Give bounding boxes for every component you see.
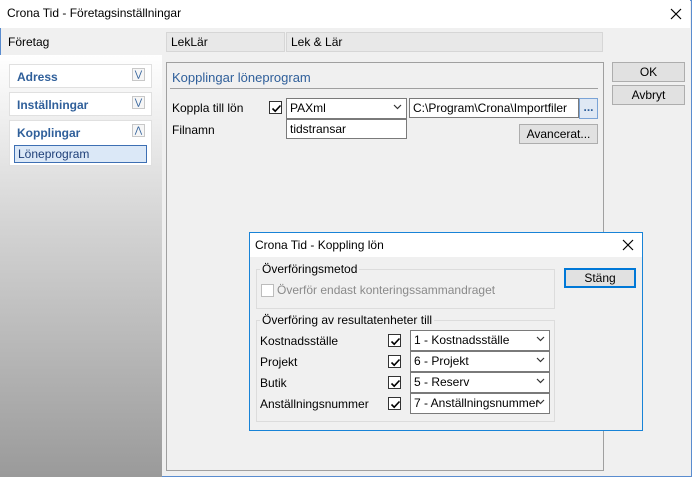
advanced-button[interactable]: Avancerat... bbox=[519, 124, 598, 144]
payroll-program-value: PAXml bbox=[290, 101, 326, 115]
sidebar-section-adress[interactable]: Adress ⋁ bbox=[9, 64, 152, 88]
unit-row-value: 7 - Anställningsnummer bbox=[414, 396, 540, 410]
title-bar: Crona Tid - Företagsinställningar bbox=[0, 0, 690, 28]
sidebar-section-label: Kopplingar bbox=[17, 126, 81, 140]
company-code-field: LekLär bbox=[166, 32, 285, 52]
unit-row-value: 6 - Projekt bbox=[414, 354, 469, 368]
chevron-up-icon[interactable]: ⋀ bbox=[132, 124, 145, 137]
import-path-field[interactable]: C:\Program\Crona\Importfiler bbox=[409, 98, 579, 118]
chevron-down-icon bbox=[536, 357, 545, 363]
window-title: Crona Tid - Företagsinställningar bbox=[7, 6, 182, 20]
unit-row-checkbox[interactable] bbox=[388, 334, 401, 347]
unit-row-label: Butik bbox=[260, 376, 287, 390]
chevron-down-icon bbox=[536, 336, 545, 342]
close-window-button[interactable] bbox=[664, 4, 688, 24]
unit-row-select[interactable]: 7 - Anställningsnummer bbox=[410, 393, 550, 414]
unit-row-label: Projekt bbox=[260, 355, 298, 369]
payroll-link-dialog: Crona Tid - Koppling lön Överföringsmeto… bbox=[249, 232, 643, 431]
summary-only-label: Överför endast konteringssammandraget bbox=[277, 283, 496, 297]
checkmark-icon bbox=[271, 104, 282, 113]
dialog-close-x-button[interactable] bbox=[616, 235, 640, 255]
chevron-down-icon[interactable]: ⋁ bbox=[132, 96, 145, 109]
payroll-program-select[interactable]: PAXml bbox=[286, 98, 407, 119]
ok-button[interactable]: OK bbox=[612, 62, 685, 82]
dialog-title-bar: Crona Tid - Koppling lön bbox=[250, 233, 642, 257]
sidebar-section-label: Adress bbox=[17, 70, 58, 84]
company-name-field: Lek & Lär bbox=[286, 32, 603, 52]
sidebar-section-installningar[interactable]: Inställningar ⋁ bbox=[9, 92, 152, 116]
close-dialog-button[interactable]: Stäng bbox=[564, 268, 636, 288]
unit-row-value: 5 - Reserv bbox=[414, 375, 470, 389]
transfer-method-group-title: Överföringsmetod bbox=[260, 262, 360, 276]
unit-row-select[interactable]: 1 - Kostnadsställe bbox=[410, 330, 550, 351]
checkmark-icon bbox=[390, 379, 401, 388]
unit-row-checkbox[interactable] bbox=[388, 397, 401, 410]
filename-field[interactable]: tidstransar bbox=[286, 119, 407, 139]
unit-row-select[interactable]: 6 - Projekt bbox=[410, 351, 550, 372]
unit-row-label: Anställningsnummer bbox=[260, 397, 369, 411]
unit-row-value: 1 - Kostnadsställe bbox=[414, 333, 510, 347]
sidebar-item-loneprogram[interactable]: Löneprogram bbox=[14, 145, 147, 163]
unit-row-checkbox[interactable] bbox=[388, 376, 401, 389]
checkmark-icon bbox=[390, 337, 401, 346]
cancel-button[interactable]: Avbryt bbox=[612, 85, 685, 105]
chevron-down-icon[interactable]: ⋁ bbox=[132, 68, 145, 81]
close-icon bbox=[622, 239, 634, 251]
unit-row-label: Kostnadsställe bbox=[260, 334, 339, 348]
company-label: Företag bbox=[8, 35, 50, 49]
close-icon bbox=[670, 8, 682, 20]
sidebar-section-label: Inställningar bbox=[17, 98, 89, 112]
unit-row-select[interactable]: 5 - Reserv bbox=[410, 372, 550, 393]
browse-button[interactable]: ... bbox=[579, 98, 598, 119]
link-to-payroll-checkbox[interactable] bbox=[269, 101, 282, 114]
result-units-group-title: Överföring av resultatenheter till bbox=[260, 313, 435, 327]
checkmark-icon bbox=[390, 358, 401, 367]
checkmark-icon bbox=[390, 400, 401, 409]
panel-heading: Kopplingar löneprogram bbox=[172, 70, 311, 85]
link-to-payroll-label: Koppla till lön bbox=[172, 101, 244, 115]
summary-only-checkbox[interactable] bbox=[261, 284, 274, 297]
chevron-down-icon bbox=[536, 378, 545, 384]
chevron-down-icon bbox=[393, 104, 402, 110]
chevron-down-icon bbox=[536, 399, 545, 405]
unit-row-checkbox[interactable] bbox=[388, 355, 401, 368]
sidebar bbox=[0, 55, 162, 477]
heading-divider bbox=[170, 88, 598, 89]
dialog-title: Crona Tid - Koppling lön bbox=[255, 238, 384, 252]
filename-label: Filnamn bbox=[172, 123, 215, 137]
